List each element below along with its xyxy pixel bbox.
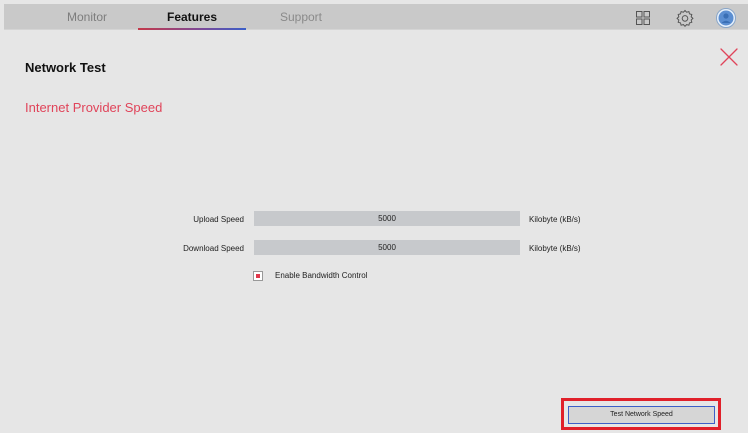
checkbox-checked-mark — [256, 274, 260, 278]
active-tab-underline — [138, 28, 246, 30]
test-network-speed-button[interactable]: Test Network Speed — [568, 406, 715, 424]
download-speed-input[interactable] — [254, 240, 520, 255]
close-icon[interactable] — [718, 46, 740, 68]
avatar-icon[interactable] — [715, 7, 737, 29]
tab-features[interactable]: Features — [138, 4, 246, 30]
tab-monitor[interactable]: Monitor — [42, 4, 132, 30]
top-nav-bar: Monitor Features Support — [4, 4, 748, 30]
download-speed-label: Download Speed — [183, 244, 244, 253]
download-unit-label: Kilobyte (kB/s) — [529, 244, 581, 253]
bandwidth-control-checkbox[interactable] — [253, 271, 263, 281]
section-title: Internet Provider Speed — [25, 100, 163, 115]
upload-unit-label: Kilobyte (kB/s) — [529, 215, 581, 224]
tab-support[interactable]: Support — [256, 4, 346, 30]
page-title: Network Test — [25, 60, 106, 75]
grid-icon[interactable] — [632, 7, 654, 29]
tab-features-label: Features — [166, 10, 218, 24]
tab-monitor-label: Monitor — [66, 10, 107, 24]
upload-speed-label: Upload Speed — [193, 215, 244, 224]
gear-icon[interactable] — [674, 7, 696, 29]
bandwidth-control-label[interactable]: Enable Bandwidth Control — [275, 271, 368, 280]
tab-support-label: Support — [279, 10, 323, 24]
upload-speed-input[interactable] — [254, 211, 520, 226]
